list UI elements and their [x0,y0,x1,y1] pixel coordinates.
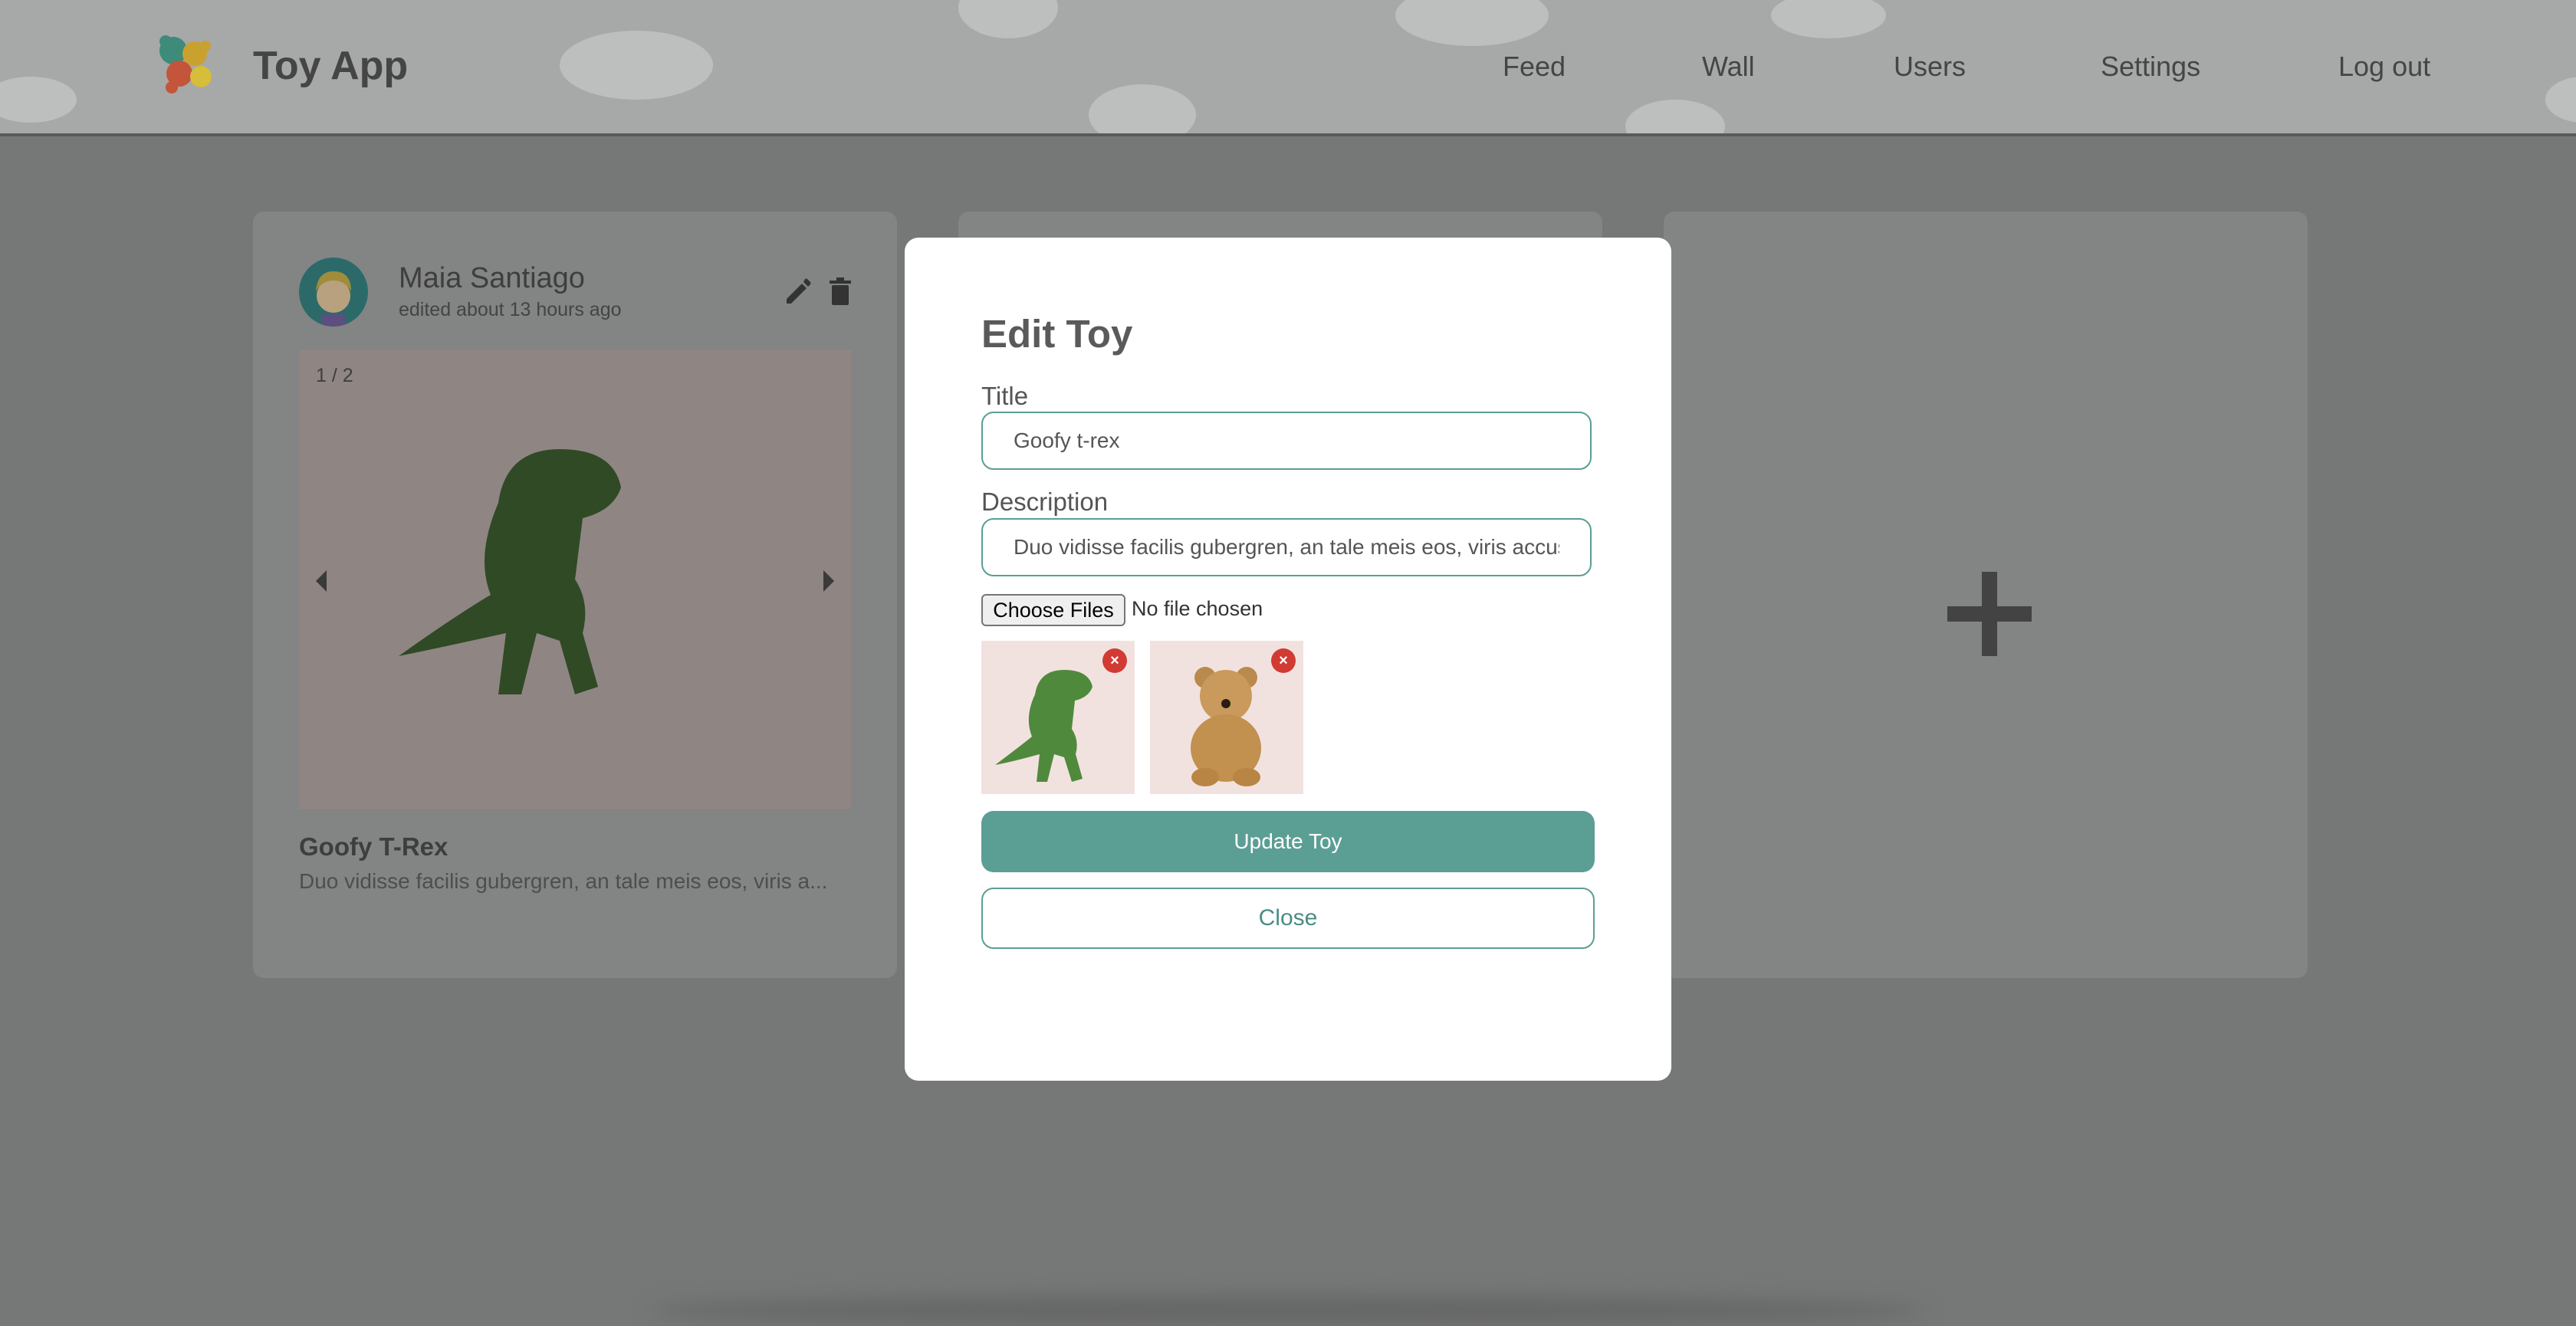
card-timestamp: edited about 13 hours ago [399,299,622,320]
image-thumbnail: × [981,641,1135,794]
avatar-face-icon [316,271,351,327]
nav-log-out[interactable]: Log out [2338,51,2430,83]
cloud-decoration [1771,0,1886,38]
image-thumbnail: × [1150,641,1303,794]
plus-icon[interactable] [1947,572,2032,656]
pencil-icon[interactable] [782,276,813,307]
description-input[interactable] [981,518,1592,576]
edit-toy-modal: Edit Toy Title Description Choose Files … [905,238,1671,1081]
image-carousel[interactable]: 1 / 2 [299,350,851,809]
app-title[interactable]: Toy App [253,43,408,89]
remove-image-button[interactable]: × [1102,648,1127,673]
nav-feed[interactable]: Feed [1503,51,1566,83]
avatar[interactable] [299,258,368,327]
cloud-decoration [1395,0,1549,46]
cloud-decoration [2545,77,2576,123]
choose-files-button[interactable]: Choose Files [981,594,1125,626]
header-bar: Toy App Feed Wall Users Settings Log out [0,0,2576,136]
card-title[interactable]: Goofy T-Rex [299,832,448,862]
cloud-decoration [1089,84,1196,133]
update-toy-button[interactable]: Update Toy [981,811,1595,872]
nav-settings[interactable]: Settings [2101,51,2200,83]
bottom-shadow [652,1295,1924,1326]
modal-title: Edit Toy [981,312,1133,356]
chevron-right-icon[interactable] [817,566,840,596]
description-label: Description [981,487,1109,516]
cloud-decoration [958,0,1058,38]
remove-image-button[interactable]: × [1271,648,1296,673]
add-toy-card[interactable] [1664,212,2308,978]
title-input[interactable] [981,412,1592,470]
card-user-name[interactable]: Maia Santiago [399,262,585,295]
carousel-counter: 1 / 2 [316,365,353,386]
card-description: Duo vidisse facilis gubergren, an tale m… [299,869,828,893]
close-button[interactable]: Close [981,888,1595,949]
trex-image [399,449,621,694]
nav-wall[interactable]: Wall [1702,51,1755,83]
chevron-left-icon[interactable] [310,566,333,596]
nav-users[interactable]: Users [1894,51,1966,83]
cloud-decoration [560,31,713,100]
title-label: Title [981,382,1029,410]
cloud-decoration [0,77,77,123]
cloud-decoration [1625,100,1725,133]
file-status-text: No file chosen [1132,597,1263,620]
toy-card: Maia Santiago edited about 13 hours ago … [253,212,897,978]
trash-icon[interactable] [825,276,856,307]
puzzle-logo-icon[interactable] [150,31,224,100]
